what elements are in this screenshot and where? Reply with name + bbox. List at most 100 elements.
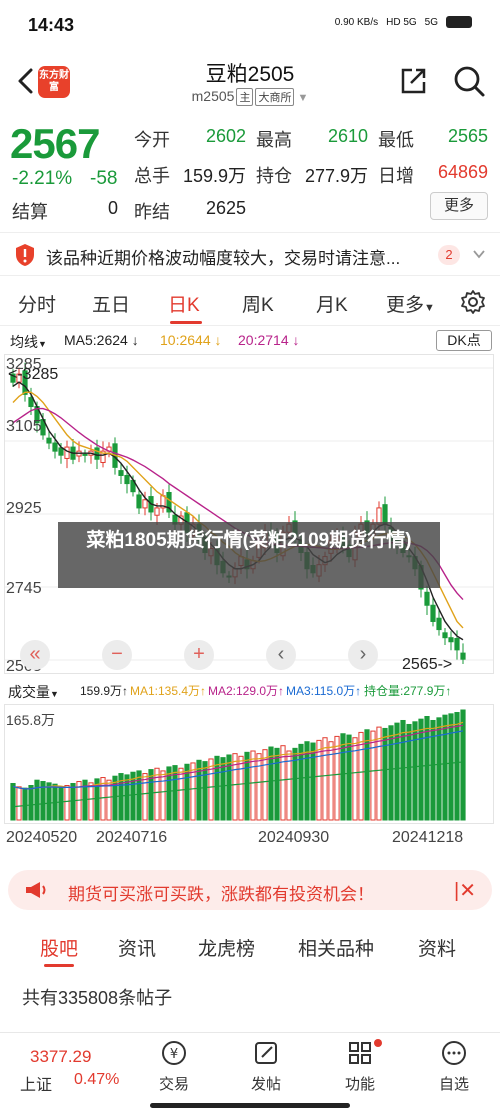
megaphone-icon [26,882,46,898]
tab-trade-label: 交易 [158,1076,189,1093]
caret-down-icon: ▼ [50,689,59,699]
risk-notice[interactable]: 该品种近期价格波动幅度较大，交易时请注意... 2 [0,232,500,276]
tab-more[interactable]: 更多▼ [386,290,435,317]
ma10-legend: 10:2644 ↓ [160,332,222,348]
share-icon[interactable] [398,66,428,96]
index-percent[interactable]: 0.47% [74,1071,119,1089]
zoom-in-icon[interactable]: + [184,640,214,670]
tab-post[interactable]: 发帖 [236,1039,296,1094]
more-quote-button[interactable]: 更多 [430,192,488,220]
settle-label: 结算 [12,202,48,222]
tab-news[interactable]: 资讯 [118,934,156,961]
candle [436,617,442,631]
scroll-left-icon[interactable]: ‹ [266,640,296,670]
tab-dragon-tiger[interactable]: 龙虎榜 [198,934,255,961]
volume-value: 159.9万 [182,166,246,186]
volume-bar [142,773,148,821]
promo-text: 期货可买涨可买跌，涨跌都有投资机会！ [68,885,374,904]
low-value: 2565 [447,126,488,146]
tab-five-day[interactable]: 五日 [92,290,130,317]
candle [430,604,436,622]
bottom-tab-bar: 3377.29 上证 0.47% ¥ 交易 发帖 功能 自选 [0,1032,500,1111]
high-label: 最高 [256,130,292,150]
change-percent: -2.21% [12,168,73,189]
ma-type-label: 均线 [10,334,38,350]
volume-type-label: 成交量 [8,684,50,700]
home-indicator [150,1103,350,1108]
volume-bar [238,755,244,821]
volume-bar [340,733,346,821]
ma20-legend: 20:2714 ↓ [238,332,300,348]
candle [82,453,88,456]
tab-weekly-k[interactable]: 周K [242,290,274,317]
nav-bar: 东方财富 豆粕2505 m2505 主大商所 ▼ [0,50,500,112]
candle [424,591,430,606]
period-tabs: 分时 五日 日K 周K 月K 更多▼ [0,280,500,326]
ma-type-select[interactable]: 均线▼ [10,332,47,352]
volume-max-label: 165.8万 [6,712,56,728]
change-amount: -58 [90,168,118,189]
volume-bar [172,765,178,821]
oi-label: 持仓 [256,166,292,186]
tab-related[interactable]: 相关品种 [298,934,374,961]
volume-bar [388,725,394,821]
volume-bar [226,754,232,821]
promo-banner[interactable]: 期货可买涨可买跌，涨跌都有投资机会！ |✕ [8,870,492,910]
volume-bar [214,755,220,821]
volume-bar [46,782,52,821]
volume-legend-bar: 成交量▼ 159.9万↑ MA1:135.4万↑ MA2:129.0万↑ MA3… [0,680,500,702]
volume-bar [460,709,466,821]
tab-functions[interactable]: 功能 [330,1039,390,1094]
volume-bar [442,714,448,821]
active-tab-underline [44,964,74,967]
x-tick-3: 20240930 [258,829,330,846]
oi-value: 277.9万 [304,166,368,186]
candle [118,470,124,476]
y-tick-3: 2925 [6,500,42,517]
index-name[interactable]: 上证 [20,1071,52,1095]
volume-bar [328,741,334,821]
tab-monthly-k[interactable]: 月K [316,290,348,317]
tab-profile[interactable]: 资料 [418,934,456,961]
vol-ma2: MA2:129.0万↑ [208,684,285,698]
zoom-out-icon[interactable]: − [102,640,132,670]
grid-icon [349,1042,371,1064]
tab-watchlist[interactable]: 自选 [424,1039,484,1094]
volume-bar [148,769,154,821]
chevron-down-icon[interactable] [472,247,486,261]
tag-exchange: 大商所 [255,88,295,106]
volume-bar [292,747,298,821]
volume-bar [400,719,406,821]
high-value: 2610 [327,126,368,146]
open-value: 2602 [205,126,246,146]
tab-forum[interactable]: 股吧 [40,934,78,961]
content-tabs: 股吧 资讯 龙虎榜 相关品种 资料 [0,924,500,968]
tab-trade[interactable]: ¥ 交易 [144,1039,204,1094]
prev-settle-label: 昨结 [134,202,170,222]
volume-bar [430,719,436,821]
kline-chart[interactable] [4,354,494,674]
close-icon[interactable]: |✕ [454,878,476,903]
volume-bar [382,727,388,821]
gear-icon[interactable] [460,289,486,315]
scroll-left-fast-icon[interactable]: « [20,640,50,670]
max-price-marker: <-3285 [8,366,59,383]
tab-daily-k[interactable]: 日K [168,290,200,317]
signal-hd-5g: HD 5G [386,16,417,28]
volume-bar [406,723,412,821]
volume-type-select[interactable]: 成交量▼ [8,682,59,702]
scroll-right-icon[interactable]: › [348,640,378,670]
tab-intraday[interactable]: 分时 [18,290,56,317]
index-value[interactable]: 3377.29 [30,1047,91,1067]
dk-point-button[interactable]: DK点 [436,330,492,351]
x-tick-2: 20240716 [96,829,168,846]
volume-bar [88,782,94,821]
volume-chart[interactable] [4,704,494,824]
vol-ma3: MA3:115.0万↑ [286,684,362,698]
tag-main: 主 [236,88,254,106]
open-interest-legend: 持仓量:277.9万↑ [364,684,452,698]
ma-line-ma5 [12,381,464,641]
open-label: 今开 [134,130,170,150]
code-text: m2505 [191,88,235,104]
search-icon[interactable] [452,64,486,98]
